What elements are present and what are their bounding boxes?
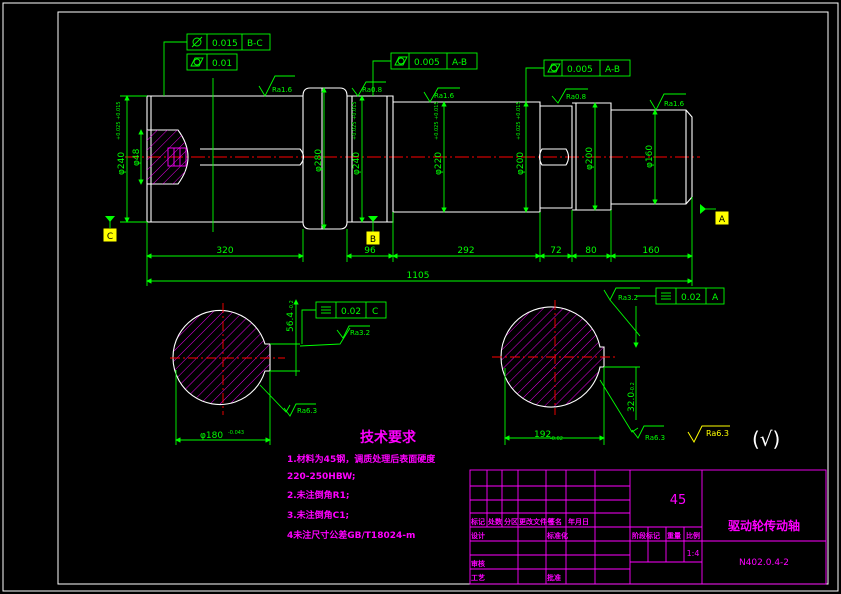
tb-weight: 重量 [667, 531, 681, 540]
technical-requirements: 技术要求 1.材料为45钢，调质处理后表面硬度 220-250HBW; 2.未注… [287, 429, 436, 541]
tol-phi240-left: +0.025 +0.015 [116, 101, 122, 140]
roughness-r2: Ra0.8 [362, 86, 382, 94]
gdt-runout-ref: B-C [247, 39, 263, 49]
roughness-r6: Ra3.2 [350, 329, 370, 337]
tol-phi240-mid: +0.025 +0.015 [352, 101, 358, 140]
roughness-r1: Ra1.6 [272, 86, 293, 94]
shaft-outline [146, 87, 693, 230]
left-key-depth: 56.4 [286, 312, 296, 332]
dim-phi240-left: φ240 [117, 152, 127, 175]
gdt-cyl-right-value: 0.005 [567, 65, 593, 75]
left-sec-diameter-tol: -0.043 [228, 430, 244, 436]
dim-292: 292 [457, 246, 474, 256]
right-section-view: 192 -0.02 32.0 -0.2 0.02 A Ra3.2 Ra6.3 [492, 287, 725, 445]
tb-scale: 1:4 [687, 549, 700, 558]
right-sec-diameter: 192 [534, 430, 551, 440]
dim-phi220: φ220 [434, 152, 444, 175]
tb-ratio: 比例 [686, 531, 700, 540]
dim-phi160: φ160 [645, 145, 655, 168]
cad-drawing-canvas: φ240 φ48 φ280 φ240 φ220 φ200 φ200 φ160 +… [2, 2, 839, 592]
right-key-depth: 32.0 [627, 392, 637, 412]
roughness-general-value: Ra6.3 [706, 429, 729, 438]
dim-phi240-mid: φ240 [352, 152, 362, 175]
datum-b-label: B [370, 235, 376, 245]
dim-72: 72 [550, 246, 561, 256]
dim-phi200-key: φ200 [516, 152, 526, 175]
dim-160: 160 [642, 246, 659, 256]
dim-80: 80 [585, 246, 597, 256]
notes-line3: 2.未注倒角R1; [287, 489, 349, 501]
datum-a: A [700, 204, 729, 225]
right-key-depth-tol: -0.2 [630, 382, 636, 392]
roughness-general-paren: (√) [752, 427, 780, 451]
tb-approve: 批准 [547, 573, 561, 582]
notes-title: 技术要求 [360, 429, 417, 446]
tb-drawing-no: N402.0.4-2 [739, 558, 789, 568]
datum-c-label: C [107, 232, 113, 242]
datum-c: C [103, 216, 117, 242]
gdt-cyl-mid-value: 0.005 [414, 58, 440, 68]
gdt-cyl-mid-ref: A-B [452, 58, 467, 68]
dim-phi280: φ280 [314, 149, 324, 172]
gdt-sym-right-ref: A [712, 293, 719, 303]
roughness-r4: Ra0.8 [566, 93, 586, 101]
gdt-sym-left-value: 0.02 [341, 307, 361, 317]
left-section-body [172, 310, 271, 405]
tb-material: 45 [670, 493, 687, 508]
tb-part-name: 驱动轮传动轴 [728, 518, 800, 533]
notes-line5: 4未注尺寸公差GB/T18024-m [287, 529, 415, 541]
tb-check: 审核 [471, 559, 485, 568]
tb-process: 工艺 [471, 573, 485, 582]
roughness-r5: Ra1.6 [664, 100, 685, 108]
roughness-r8: Ra3.2 [618, 294, 638, 302]
datum-a-label: A [719, 215, 726, 225]
general-roughness: Ra6.3 (√) [687, 425, 780, 451]
gdt-cyl-top-value: 0.01 [212, 59, 232, 69]
tb-zone: 分区 [504, 517, 518, 526]
datum-b: B [366, 216, 380, 245]
notes-line2: 220-250HBW; [287, 472, 355, 482]
left-sec-diameter: φ180 [200, 431, 223, 441]
shaft-main-view: φ240 φ48 φ280 φ240 φ220 φ200 φ200 φ160 +… [103, 33, 729, 286]
tb-date: 年月日 [568, 517, 589, 526]
left-section-view: φ180 -0.043 56.4 -0.2 0.02 C Ra3.2 Ra6.3 [170, 299, 387, 445]
tol-phi200-key: +0.025 +0.015 [516, 101, 522, 140]
gdt-cyl-right-ref: A-B [605, 65, 620, 75]
tb-design: 设计 [471, 531, 485, 540]
gdt-sym-right-value: 0.02 [681, 293, 701, 303]
roughness-r7: Ra6.3 [297, 407, 317, 415]
tol-phi220: +0.025 +0.015 [434, 101, 440, 140]
dim-1105: 1105 [407, 271, 430, 281]
notes-line1: 1.材料为45钢，调质处理后表面硬度 [287, 453, 436, 465]
left-key-depth-tol: -0.2 [289, 300, 295, 310]
notes-line4: 3.未注倒角C1; [287, 509, 349, 521]
dim-phi200: φ200 [585, 147, 595, 170]
shaft-end-hatch [147, 130, 188, 184]
gdt-sym-left-ref: C [372, 307, 378, 317]
dim-320: 320 [216, 246, 233, 256]
tb-qty: 处数 [487, 517, 503, 526]
title-block: 标记 处数 分区 更改文件号 签名 年月日 设计 标准化 审核 工艺 批准 阶段… [469, 469, 827, 585]
roughness-r9: Ra6.3 [645, 434, 665, 442]
tb-sign: 签名 [547, 517, 562, 526]
dim-phi48: φ48 [132, 148, 142, 166]
gdt-runout-value: 0.015 [212, 39, 238, 49]
tb-std: 标准化 [546, 531, 568, 540]
tb-stage: 阶段标记 [632, 531, 660, 540]
tb-mark: 标记 [470, 517, 485, 526]
dim-96: 96 [364, 246, 376, 256]
roughness-r3: Ra1.6 [434, 92, 455, 100]
right-sec-diameter-tol: -0.02 [550, 436, 563, 442]
